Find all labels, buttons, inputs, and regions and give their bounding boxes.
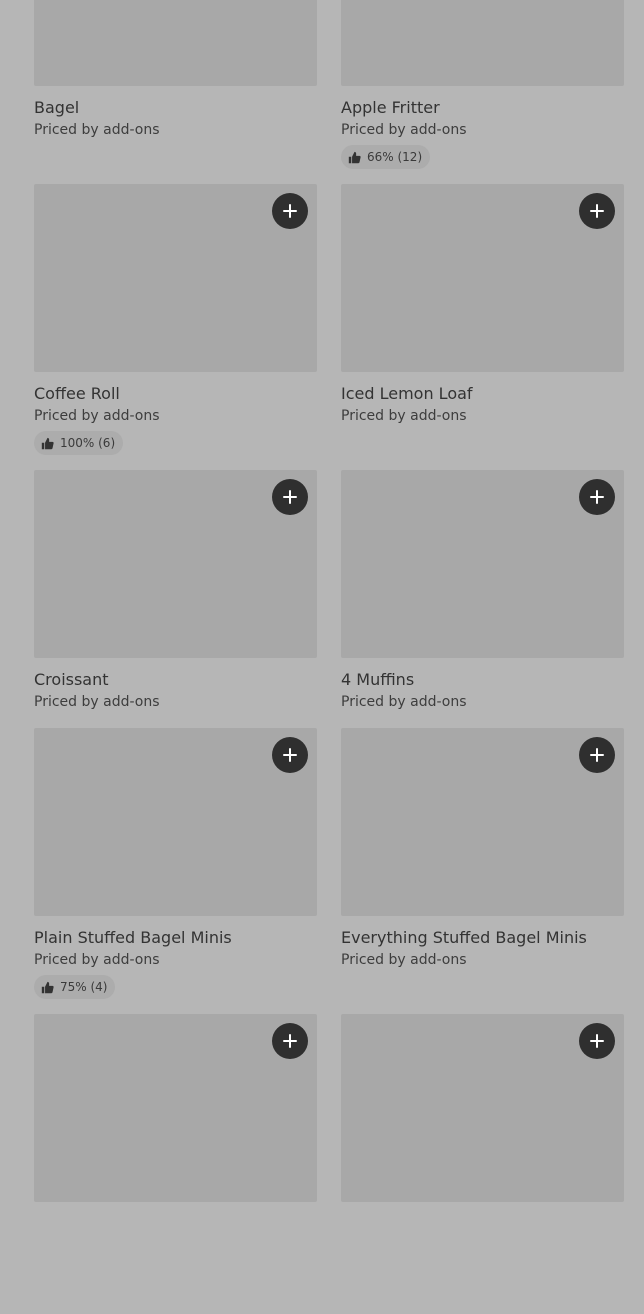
- plus-icon: [283, 748, 297, 762]
- item-price: Priced by add-ons: [34, 694, 160, 710]
- add-item-button[interactable]: [272, 737, 308, 773]
- add-item-button[interactable]: [579, 193, 615, 229]
- menu-item-card[interactable]: Iced Lemon Loaf Priced by add-ons: [341, 184, 624, 470]
- thumbs-up-icon: [41, 437, 54, 450]
- menu-item-card[interactable]: 4 Muffins Priced by add-ons: [341, 470, 624, 728]
- menu-item-card[interactable]: Bagel Priced by add-ons: [34, 0, 317, 184]
- item-image[interactable]: [34, 728, 317, 916]
- item-name[interactable]: 4 Muffins: [341, 670, 624, 690]
- plus-icon: [590, 1034, 604, 1048]
- item-image[interactable]: [341, 1014, 624, 1202]
- item-price: Priced by add-ons: [341, 122, 467, 138]
- item-name[interactable]: Apple Fritter: [341, 98, 624, 118]
- item-name[interactable]: Coffee Roll: [34, 384, 317, 404]
- rating-badge: 100% (6): [34, 431, 124, 455]
- item-price: Priced by add-ons: [341, 408, 467, 424]
- item-name[interactable]: Croissant: [34, 670, 317, 690]
- add-item-button[interactable]: [272, 1023, 308, 1059]
- menu-item-card[interactable]: Croissant Priced by add-ons: [34, 470, 317, 728]
- menu-item-card[interactable]: [341, 1014, 624, 1314]
- item-price: Priced by add-ons: [341, 694, 467, 710]
- item-price: Priced by add-ons: [34, 122, 160, 138]
- thumbs-up-icon: [41, 981, 54, 994]
- menu-item-card[interactable]: [34, 1014, 317, 1314]
- item-image[interactable]: [34, 0, 317, 86]
- item-image[interactable]: [341, 728, 624, 916]
- plus-icon: [590, 748, 604, 762]
- menu-item-card[interactable]: Apple Fritter Priced by add-ons 66% (12): [341, 0, 624, 184]
- menu-item-grid: Bagel Priced by add-ons Apple Fritter Pr…: [34, 0, 624, 1314]
- item-name[interactable]: Bagel: [34, 98, 317, 118]
- item-name[interactable]: Everything Stuffed Bagel Minis: [341, 928, 624, 948]
- add-item-button[interactable]: [272, 193, 308, 229]
- item-image[interactable]: [34, 1014, 317, 1202]
- rating-text: 66% (12): [367, 150, 423, 164]
- menu-item-card[interactable]: Coffee Roll Priced by add-ons 100% (6): [34, 184, 317, 470]
- menu-item-card[interactable]: Plain Stuffed Bagel Minis Priced by add-…: [34, 728, 317, 1014]
- add-item-button[interactable]: [272, 479, 308, 515]
- item-image[interactable]: [341, 184, 624, 372]
- rating-badge: 66% (12): [341, 145, 431, 169]
- plus-icon: [590, 490, 604, 504]
- plus-icon: [590, 204, 604, 218]
- rating-text: 100% (6): [60, 436, 116, 450]
- rating-text: 75% (4): [60, 980, 108, 994]
- item-image[interactable]: [34, 470, 317, 658]
- add-item-button[interactable]: [579, 1023, 615, 1059]
- plus-icon: [283, 204, 297, 218]
- thumbs-up-icon: [348, 151, 361, 164]
- rating-badge: 75% (4): [34, 975, 116, 999]
- item-image[interactable]: [341, 470, 624, 658]
- menu-item-card[interactable]: Everything Stuffed Bagel Minis Priced by…: [341, 728, 624, 1014]
- item-name[interactable]: Plain Stuffed Bagel Minis: [34, 928, 317, 948]
- add-item-button[interactable]: [579, 479, 615, 515]
- item-image[interactable]: [341, 0, 624, 86]
- item-price: Priced by add-ons: [34, 408, 160, 424]
- item-name[interactable]: Iced Lemon Loaf: [341, 384, 624, 404]
- plus-icon: [283, 490, 297, 504]
- item-image[interactable]: [34, 184, 317, 372]
- item-price: Priced by add-ons: [34, 952, 160, 968]
- add-item-button[interactable]: [579, 737, 615, 773]
- plus-icon: [283, 1034, 297, 1048]
- item-price: Priced by add-ons: [341, 952, 467, 968]
